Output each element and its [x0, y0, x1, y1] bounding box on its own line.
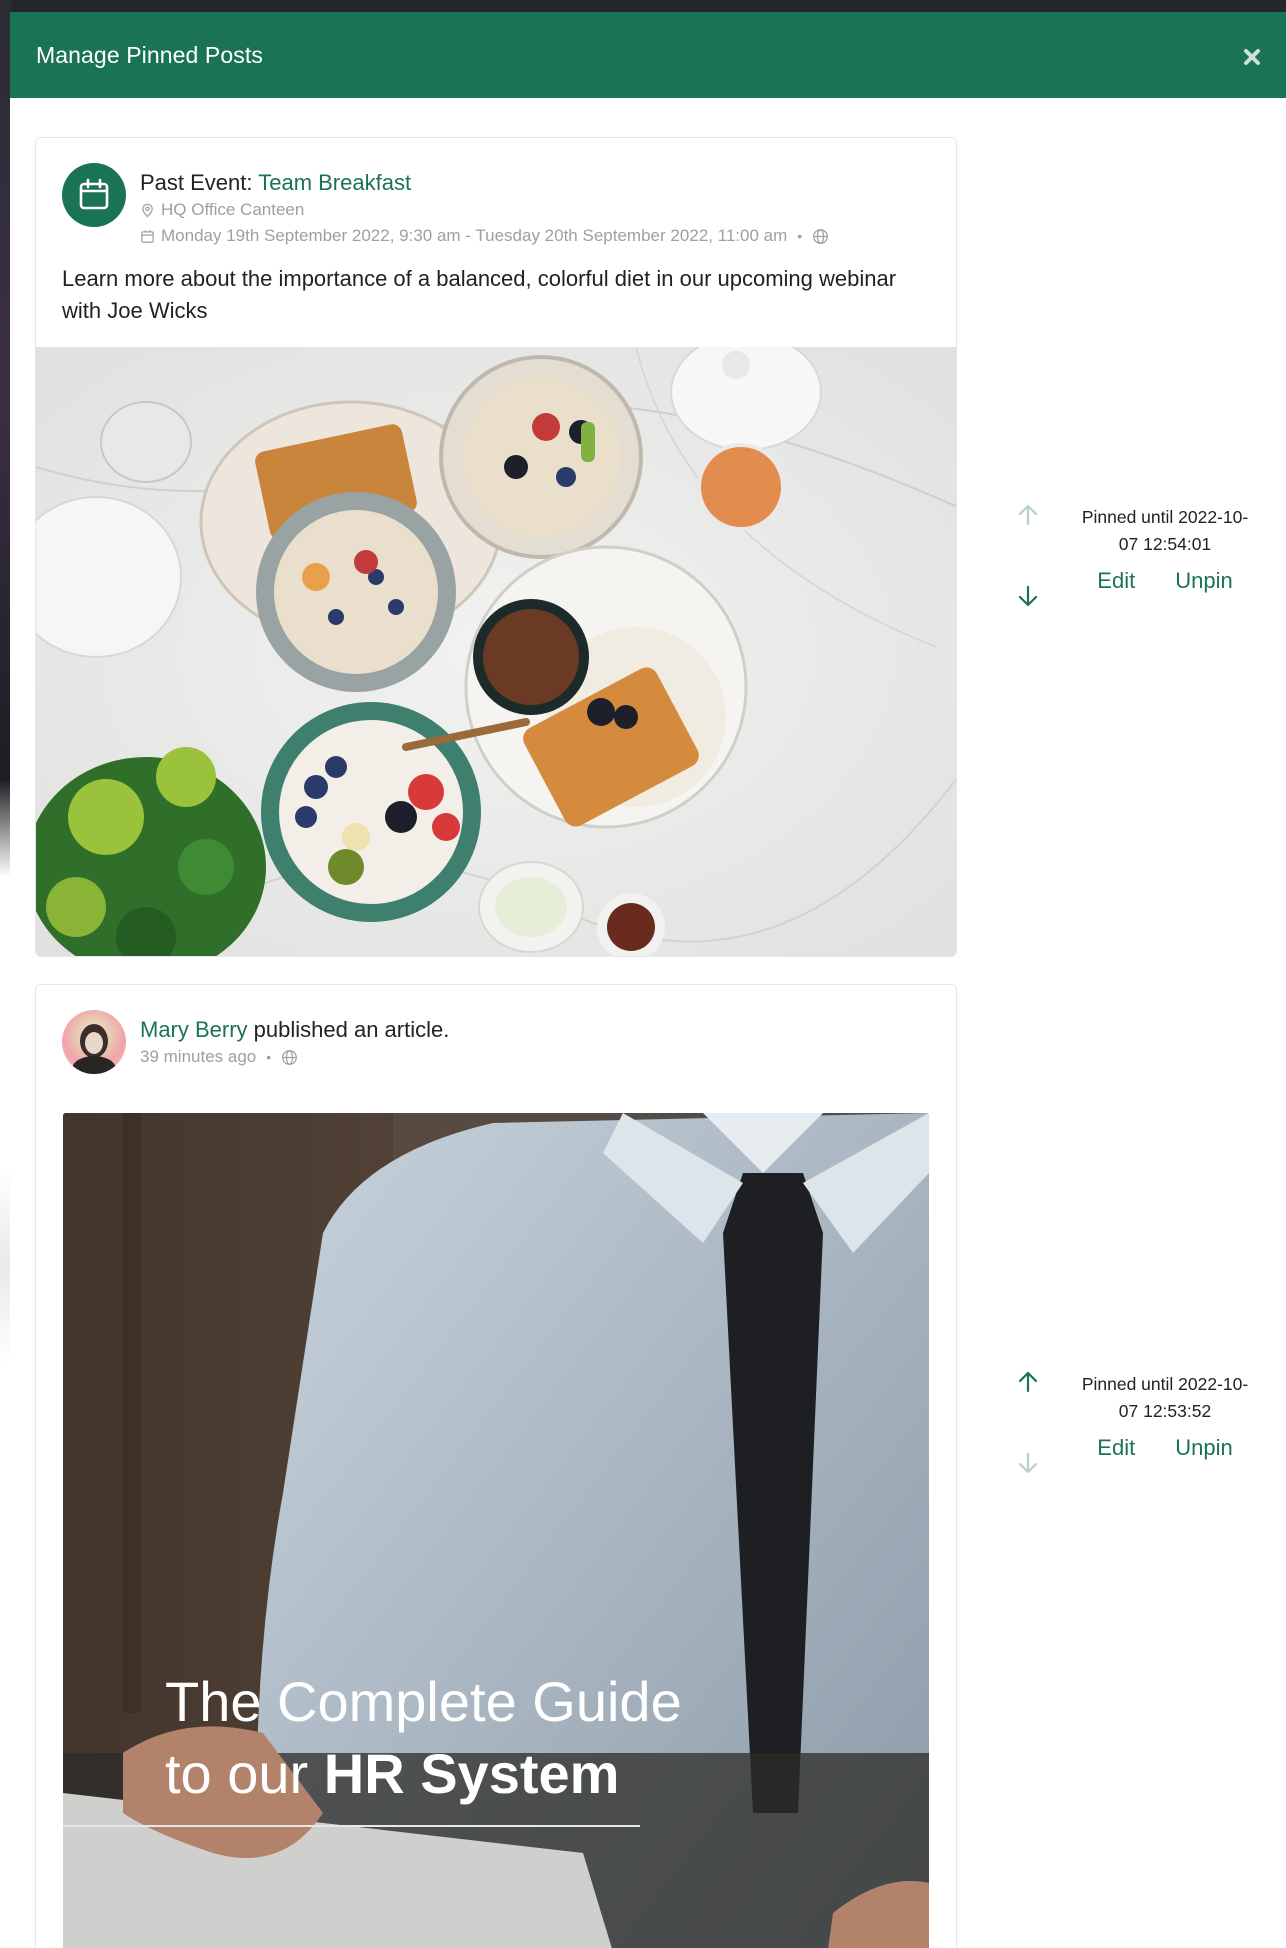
reorder-arrows: [1015, 1369, 1045, 1476]
post-prefix: Past Event:: [140, 170, 259, 195]
post-header: Mary Berry published an article. 39 minu…: [36, 985, 956, 1074]
post-body-text: Learn more about the importance of a bal…: [62, 266, 897, 323]
event-dates: Monday 19th September 2022, 9:30 am - Tu…: [140, 223, 829, 249]
calendar-icon: [79, 178, 109, 210]
post-header: Past Event: Team Breakfast HQ Office Can…: [36, 138, 956, 249]
article-title-light: to our: [165, 1742, 324, 1805]
article-photo: The Complete Guide to our HR System: [63, 1113, 929, 1948]
post-card-event[interactable]: Past Event: Team Breakfast HQ Office Can…: [35, 137, 957, 957]
reorder-arrows: [1015, 502, 1045, 609]
modal-title: Manage Pinned Posts: [36, 41, 263, 68]
separator-dot: •: [266, 1049, 272, 1065]
post-card-article[interactable]: Mary Berry published an article. 39 minu…: [35, 984, 957, 1948]
pin-actions: Edit Unpin: [1075, 568, 1255, 594]
unpin-link[interactable]: Unpin: [1175, 568, 1232, 594]
pin-info: Pinned until 2022-10-07 12:54:01 Edit Un…: [1075, 504, 1255, 594]
author-avatar[interactable]: [62, 1010, 126, 1074]
manage-pinned-posts-modal: Manage Pinned Posts Past Event: Team Bre…: [10, 12, 1286, 1948]
event-title-link[interactable]: Team Breakfast: [258, 170, 411, 195]
post-header-text: Mary Berry published an article. 39 minu…: [140, 1010, 449, 1074]
event-location-text: HQ Office Canteen: [161, 200, 305, 219]
event-image[interactable]: [36, 347, 956, 956]
close-icon: [1244, 49, 1260, 65]
move-up-arrow-icon[interactable]: [1015, 502, 1041, 528]
event-location: HQ Office Canteen: [140, 197, 829, 223]
post-header-text: Past Event: Team Breakfast HQ Office Can…: [140, 163, 829, 249]
author-name-link[interactable]: Mary Berry: [140, 1017, 248, 1042]
breakfast-photo: [36, 347, 956, 956]
post-meta: 39 minutes ago •: [140, 1044, 449, 1070]
background-top-strip: [0, 0, 1286, 12]
article-cover-image[interactable]: The Complete Guide to our HR System: [63, 1113, 929, 1948]
edit-pin-link[interactable]: Edit: [1097, 1435, 1135, 1461]
location-pin-icon: [142, 203, 153, 217]
event-avatar: [62, 163, 126, 227]
move-down-arrow-icon[interactable]: [1015, 1450, 1041, 1476]
globe-icon: [813, 228, 829, 244]
event-dates-text: Monday 19th September 2022, 9:30 am - Tu…: [161, 226, 788, 245]
unpin-link[interactable]: Unpin: [1175, 1435, 1232, 1461]
calendar-small-icon: [141, 229, 154, 243]
close-button[interactable]: [1238, 43, 1266, 71]
post-action-text: published an article.: [247, 1017, 450, 1042]
article-title-line2: to our HR System: [165, 1742, 619, 1805]
pin-info: Pinned until 2022-10-07 12:53:52 Edit Un…: [1075, 1371, 1255, 1461]
pinned-until-text: Pinned until 2022-10-07 12:53:52: [1081, 1374, 1249, 1421]
post-time: 39 minutes ago: [140, 1047, 257, 1066]
edit-pin-link[interactable]: Edit: [1097, 568, 1135, 594]
article-title-line1: The Complete Guide: [165, 1670, 682, 1733]
pinned-until-text: Pinned until 2022-10-07 12:54:01: [1081, 507, 1249, 554]
article-title-bold: HR System: [324, 1742, 620, 1805]
globe-icon: [282, 1049, 298, 1065]
modal-header: Manage Pinned Posts: [10, 12, 1286, 98]
move-up-arrow-icon[interactable]: [1015, 1369, 1041, 1395]
separator-dot: •: [797, 228, 803, 244]
move-down-arrow-icon[interactable]: [1015, 583, 1041, 609]
pin-actions: Edit Unpin: [1075, 1435, 1255, 1461]
